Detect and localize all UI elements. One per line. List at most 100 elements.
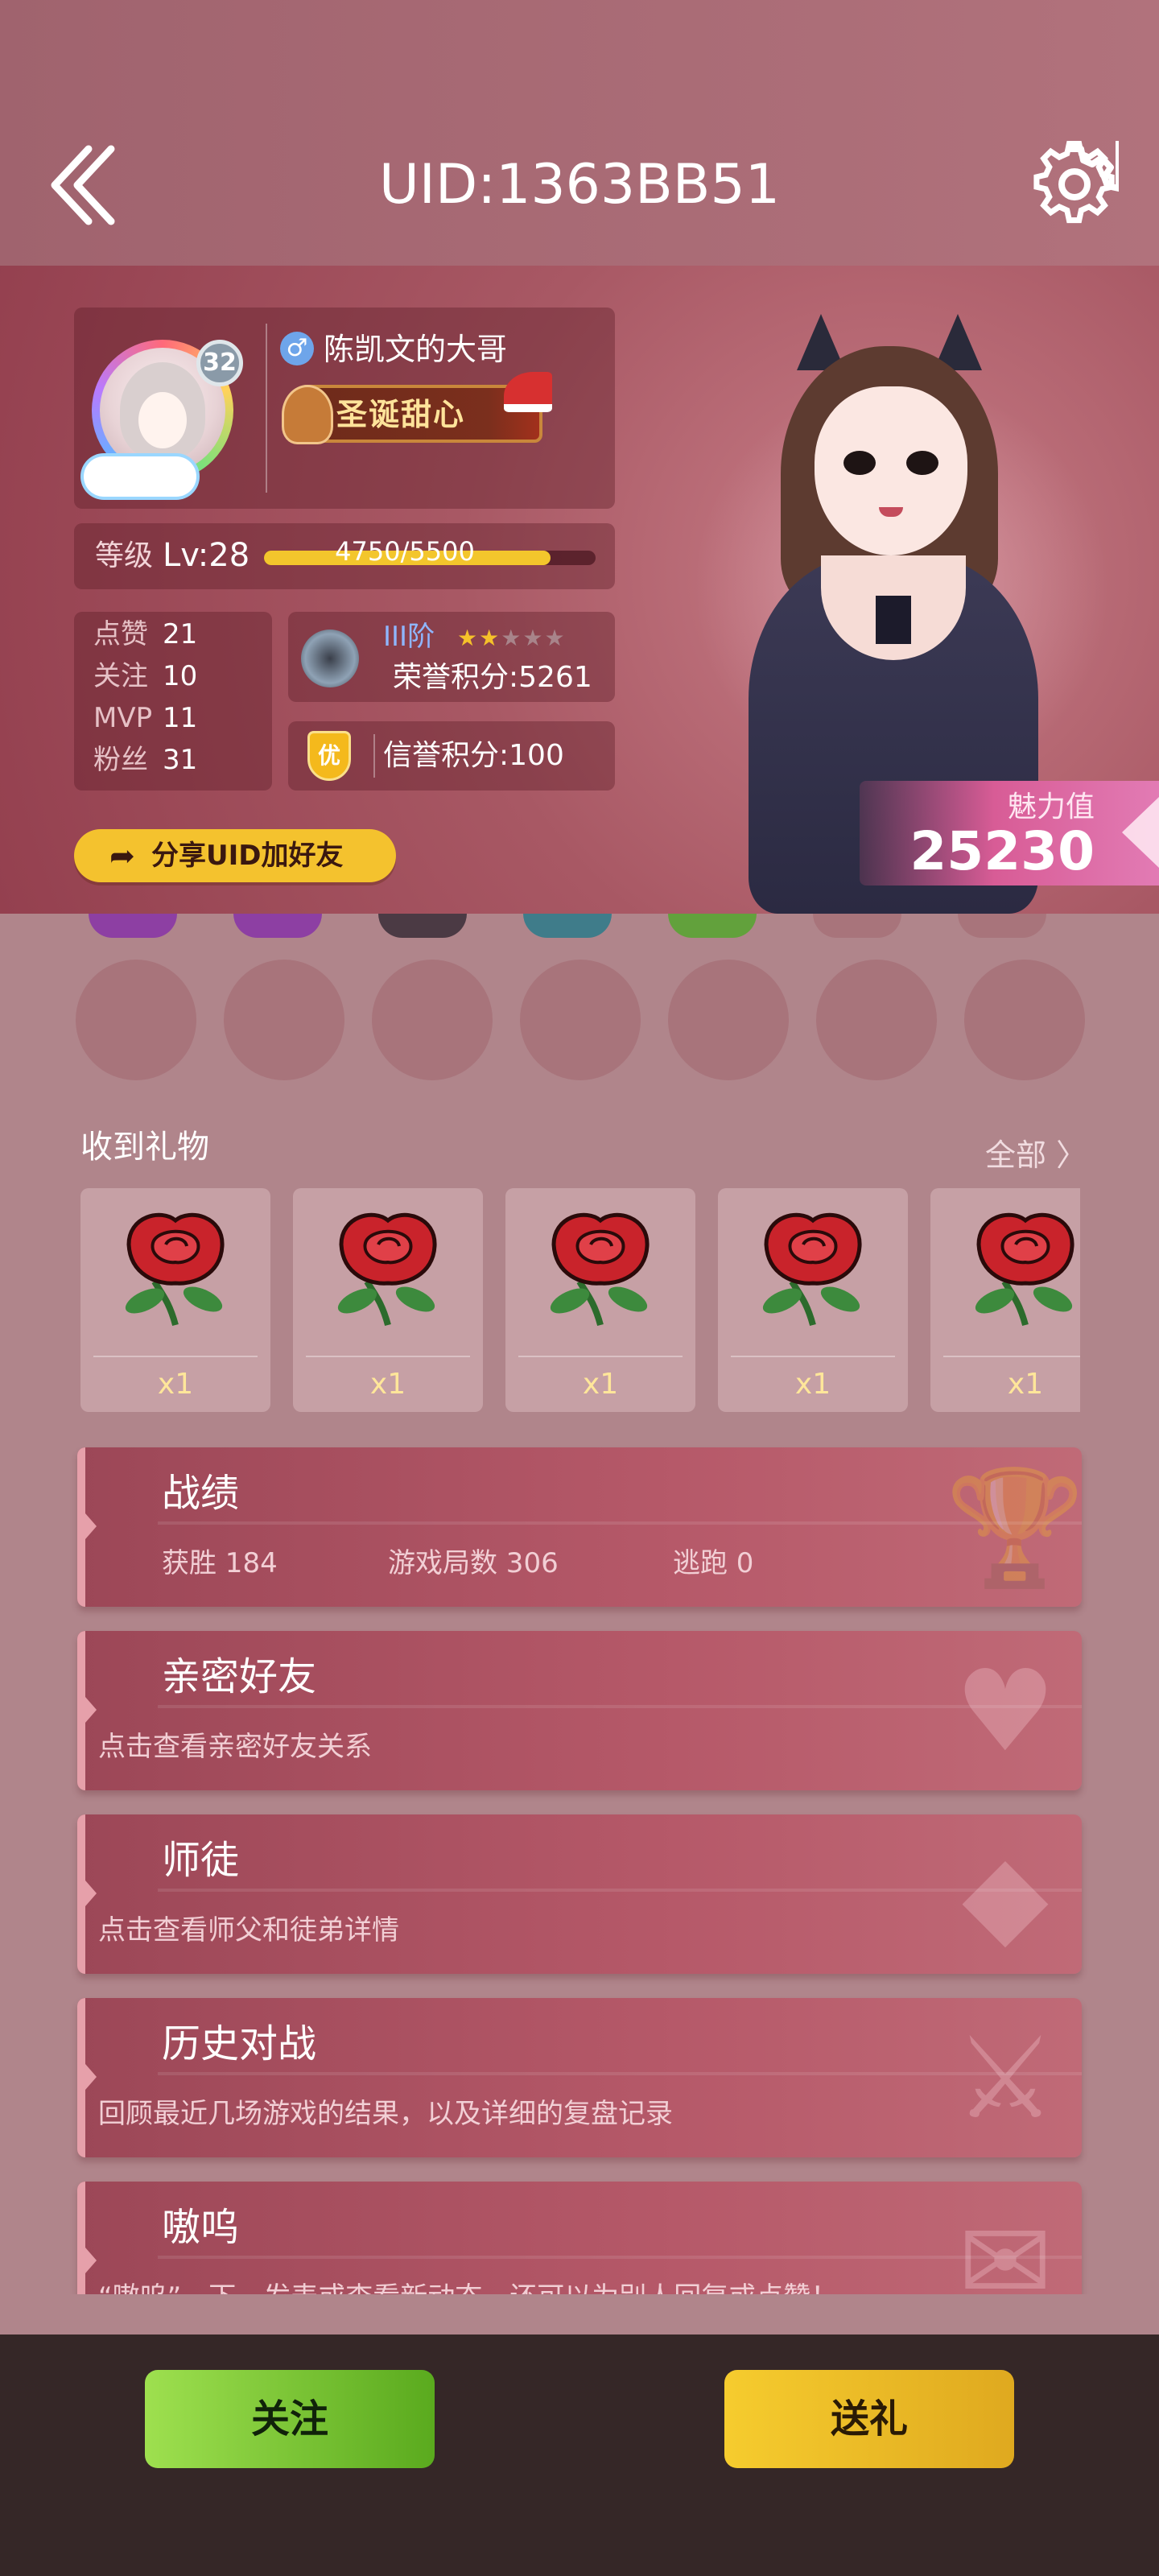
divider — [731, 1356, 895, 1357]
fox-mask-icon: ◆ — [962, 1830, 1049, 1961]
star-empty-icon: ★ — [544, 625, 567, 651]
mentor-desc: 点击查看师父和徒弟详情 — [98, 1914, 399, 1946]
badge-slot[interactable] — [520, 960, 641, 1080]
mentor-title: 师徒 — [162, 1838, 240, 1883]
santa-hat-icon — [504, 372, 552, 412]
badge-slot[interactable] — [76, 960, 196, 1080]
stats-card: 点赞 21 关注 10 MVP 11 粉丝 31 — [74, 612, 272, 791]
stat-value: 10 — [163, 660, 198, 692]
stat-following[interactable]: 关注 10 — [93, 655, 197, 697]
divider — [306, 1356, 470, 1357]
stat-likes: 点赞 21 — [93, 613, 197, 655]
gift-card[interactable]: x1 — [718, 1188, 908, 1412]
rank-card[interactable]: III阶 ★★★★★ 荣誉积分:5261 — [288, 612, 615, 702]
rank-tier: III阶 — [383, 621, 435, 653]
divider — [373, 734, 375, 778]
badge-slot[interactable] — [372, 960, 493, 1080]
charm-value: 25230 — [909, 820, 1095, 882]
star-empty-icon: ★ — [501, 625, 523, 651]
stat-value: 21 — [163, 618, 198, 650]
follow-button[interactable]: 关注 — [145, 2370, 435, 2468]
card-edge — [77, 1631, 85, 1790]
star-empty-icon: ★ — [522, 625, 545, 651]
star-filled-icon: ★ — [457, 625, 480, 651]
male-gender-icon: ♂ — [280, 332, 314, 365]
rose-icon — [337, 1212, 437, 1327]
badge-peek — [378, 914, 467, 938]
close-friends-desc: 点击查看亲密好友关系 — [98, 1731, 372, 1763]
sword-icon: ⚔ — [955, 2013, 1056, 2145]
settings-button[interactable] — [1030, 141, 1122, 229]
battle-history-card[interactable]: ⚔ 历史对战 回顾最近几场游戏的结果，以及详细的复盘记录 — [77, 1998, 1082, 2157]
gift-count: x1 — [157, 1368, 194, 1401]
nickname: 陈凯文的大哥 — [324, 332, 508, 367]
badge-slot[interactable] — [816, 960, 937, 1080]
divider — [943, 1356, 1080, 1357]
cross-pendant — [876, 596, 911, 644]
divider — [158, 2072, 1082, 2075]
stat-mvp: MVP 11 — [93, 697, 197, 739]
stat-label: 关注 — [93, 660, 148, 692]
stat-label: 粉丝 — [93, 744, 148, 776]
credit-card[interactable]: 优 信誉积分:100 — [288, 721, 615, 791]
close-friends-title: 亲密好友 — [162, 1654, 317, 1699]
card-edge-arrow — [85, 1513, 97, 1539]
stat-label: MVP — [93, 702, 153, 734]
gift-card[interactable]: x1 — [293, 1188, 483, 1412]
credit-points: 信誉积分:100 — [383, 739, 564, 772]
divider — [158, 1521, 1082, 1525]
gift-card[interactable]: x1 — [930, 1188, 1080, 1412]
stat-fans[interactable]: 粉丝 31 — [93, 739, 197, 781]
badge-peek — [813, 914, 901, 938]
honor-points: 荣誉积分:5261 — [393, 661, 592, 694]
divider — [93, 1356, 258, 1357]
share-uid-button[interactable]: ➦ 分享UID加好友 — [74, 829, 396, 882]
stat-value: 11 — [163, 702, 198, 734]
card-edge-arrow — [85, 2064, 97, 2090]
star-filled-icon: ★ — [479, 625, 501, 651]
record-wins: 获胜 184 — [162, 1547, 278, 1579]
record-title: 战绩 — [162, 1471, 240, 1516]
title-badge-text: 圣诞甜心 — [336, 397, 466, 432]
record-escapes: 逃跑 0 — [673, 1547, 754, 1579]
record-card[interactable]: 🏆 战绩 获胜 184 游戏局数 306 逃跑 0 — [77, 1447, 1082, 1607]
gift-list[interactable]: x1 x1 x1 x1 x1 — [80, 1188, 1080, 1414]
badge-peek — [233, 914, 322, 938]
badge-slot[interactable] — [964, 960, 1085, 1080]
mentor-card[interactable]: ◆ 师徒 点击查看师父和徒弟详情 — [77, 1814, 1082, 1974]
heart-icon: ♥ — [955, 1646, 1056, 1777]
gift-card[interactable]: x1 — [505, 1188, 695, 1412]
gift-card[interactable]: x1 — [80, 1188, 270, 1412]
howl-title: 嗷呜 — [162, 2205, 240, 2250]
menu-list[interactable]: 🏆 战绩 获胜 184 游戏局数 306 逃跑 0 ♥ 亲密好友 点击查看亲密好… — [0, 1441, 1159, 2294]
card-edge — [77, 1998, 85, 2157]
howl-desc: “嗷呜”一下，发表或查看新动态，还可以为别人回复或点赞！ — [98, 2275, 838, 2294]
identity-card: 32 ♂ 陈凯文的大哥 圣诞甜心 — [74, 308, 615, 509]
character-face — [815, 386, 967, 555]
gear-icon[interactable] — [1030, 141, 1122, 229]
close-friends-card[interactable]: ♥ 亲密好友 点击查看亲密好友关系 — [77, 1631, 1082, 1790]
level-progress-text: 4750/5500 — [335, 536, 475, 567]
note-heart-icon: ✉ — [958, 2197, 1053, 2295]
send-gift-button[interactable]: 送礼 — [724, 2370, 1014, 2468]
stat-label: 点赞 — [93, 618, 148, 650]
badge-slot[interactable] — [668, 960, 789, 1080]
gift-count: x1 — [1007, 1368, 1044, 1401]
record-games: 游戏局数 306 — [388, 1547, 559, 1579]
gift-count: x1 — [369, 1368, 406, 1401]
bottom-action-bar: 关注 送礼 — [0, 2334, 1159, 2576]
divider — [518, 1356, 683, 1357]
gift-count: x1 — [582, 1368, 619, 1401]
badge-slot[interactable] — [224, 960, 344, 1080]
share-arrow-icon: ➦ — [109, 838, 135, 873]
rose-icon — [975, 1212, 1074, 1327]
title-badge[interactable]: 圣诞甜心 — [282, 372, 552, 444]
badge-peek — [89, 914, 177, 938]
badge-peek — [958, 914, 1046, 938]
divider — [158, 2256, 1082, 2259]
howl-card[interactable]: ✉ 嗷呜 “嗷呜”一下，发表或查看新动态，还可以为别人回复或点赞！ — [77, 2182, 1082, 2294]
level-card: 等级 Lv:28 4750/5500 — [74, 523, 615, 589]
top-header: UID:1363BB51 — [0, 0, 1159, 266]
gifts-view-all-link[interactable]: 全部 〉 — [985, 1131, 1087, 1179]
card-edge — [77, 1814, 85, 1974]
